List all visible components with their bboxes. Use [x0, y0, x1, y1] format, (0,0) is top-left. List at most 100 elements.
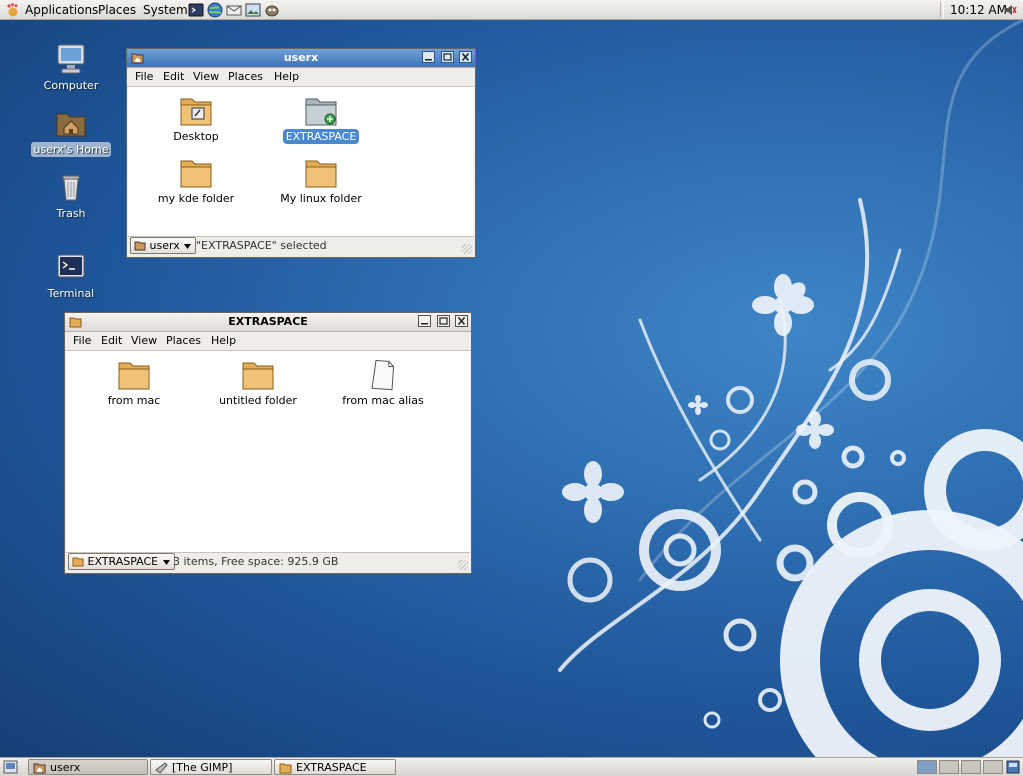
file-item-label: untitled folder [219, 394, 297, 407]
menu-places[interactable]: Places [228, 70, 263, 83]
chevron-down-icon [162, 560, 170, 565]
network-drive-icon [305, 98, 337, 126]
menu-file[interactable]: File [73, 334, 91, 347]
menubar: File Edit View Places Help [65, 332, 471, 351]
clock[interactable]: 10:12 AM [950, 3, 1007, 17]
statusbar: EXTRASPACE 3 items, Free space: 925.9 GB [66, 552, 470, 572]
desktop-icon-label: userx's Home [30, 142, 112, 157]
terminal-launcher-icon[interactable] [188, 2, 204, 18]
taskbar-item-label: userx [50, 761, 81, 774]
workspace-3[interactable] [961, 760, 981, 774]
menu-view[interactable]: View [193, 70, 219, 83]
image-viewer-launcher-icon[interactable] [245, 2, 261, 18]
workspace-1[interactable] [917, 760, 937, 774]
taskbar-item-gimp[interactable]: [The GIMP] [150, 759, 272, 775]
document-icon [371, 359, 395, 391]
file-item-from-mac[interactable]: from mac [79, 359, 189, 407]
file-item-desktop[interactable]: Desktop [141, 95, 251, 143]
file-item-label: from mac alias [342, 394, 424, 407]
file-item-label: from mac [107, 394, 161, 407]
taskbar-item-userx[interactable]: userx [28, 759, 148, 775]
places-menu[interactable]: Places [98, 3, 136, 17]
folder-icon [305, 160, 337, 188]
folder-icon [72, 557, 84, 567]
close-button[interactable] [459, 51, 472, 63]
file-view[interactable]: from mac untitled folder from mac alias [66, 351, 470, 553]
terminal-icon [57, 254, 85, 278]
web-browser-launcher-icon[interactable] [207, 2, 223, 18]
file-view[interactable]: Desktop EXTRASPACE my kde folder My linu… [128, 87, 474, 237]
titlebar[interactable]: userx [127, 49, 475, 68]
desktop-icon-computer[interactable]: Computer [26, 42, 116, 93]
gimp-launcher-icon[interactable] [264, 2, 280, 18]
window-extraspace[interactable]: EXTRASPACE File Edit View Places Help fr… [64, 312, 472, 574]
top-panel: Applications Places System 10:12 AM [0, 0, 1023, 20]
location-button[interactable]: EXTRASPACE [68, 553, 175, 570]
email-launcher-icon[interactable] [226, 2, 242, 18]
gimp-icon [155, 762, 168, 774]
menu-places[interactable]: Places [166, 334, 201, 347]
home-folder-icon [134, 241, 146, 251]
folder-icon [279, 763, 292, 774]
statusbar: userx "EXTRASPACE" selected [128, 236, 474, 256]
folder-icon [180, 160, 212, 188]
titlebar[interactable]: EXTRASPACE [65, 313, 471, 332]
taskbar-item-label: [The GIMP] [172, 761, 233, 774]
maximize-button[interactable] [436, 315, 450, 327]
menubar: File Edit View Places Help [127, 68, 475, 87]
window-title: EXTRASPACE [228, 315, 308, 328]
file-item-my-linux-folder[interactable]: My linux folder [266, 157, 376, 205]
file-item-untitled-folder[interactable]: untitled folder [203, 359, 313, 407]
folder-icon [242, 362, 274, 390]
menu-help[interactable]: Help [211, 334, 236, 347]
file-item-label: Desktop [173, 130, 219, 143]
menu-view[interactable]: View [131, 334, 157, 347]
volume-icon[interactable] [1003, 3, 1017, 17]
bottom-panel: userx [The GIMP] EXTRASPACE [0, 757, 1023, 776]
chevron-down-icon [184, 244, 192, 249]
menu-edit[interactable]: Edit [163, 70, 184, 83]
folder-icon [118, 362, 150, 390]
trash-icon [62, 175, 80, 201]
show-desktop-icon[interactable] [3, 760, 18, 774]
desktop-icon-trash[interactable]: Trash [26, 170, 116, 221]
computer-icon [57, 44, 85, 74]
gnome-foot-icon[interactable] [6, 3, 20, 17]
minimize-button[interactable] [418, 315, 431, 327]
desktop-icon-terminal[interactable]: Terminal [26, 250, 116, 301]
maximize-button[interactable] [440, 51, 454, 63]
taskbar-item-label: EXTRASPACE [296, 761, 367, 774]
file-item-label: My linux folder [280, 192, 362, 205]
window-userx[interactable]: userx File Edit View Places Help Desktop… [126, 48, 476, 258]
trash-applet-icon[interactable] [1006, 760, 1020, 774]
menu-file[interactable]: File [135, 70, 153, 83]
menu-edit[interactable]: Edit [101, 334, 122, 347]
panel-separator [940, 2, 944, 18]
applications-menu[interactable]: Applications [25, 3, 98, 17]
status-text: "EXTRASPACE" selected [196, 239, 327, 252]
desktop-icon-label: Terminal [47, 287, 95, 300]
workspace-4[interactable] [983, 760, 1003, 774]
location-label: userx [149, 239, 180, 252]
status-text: 3 items, Free space: 925.9 GB [173, 555, 339, 568]
resize-grip[interactable] [458, 560, 468, 570]
resize-grip[interactable] [462, 244, 472, 254]
location-label: EXTRASPACE [87, 555, 159, 568]
file-item-my-kde-folder[interactable]: my kde folder [141, 157, 251, 205]
file-item-from-mac-alias[interactable]: from mac alias [328, 359, 438, 407]
home-folder-icon [33, 763, 46, 774]
desktop-icon-label: Computer [43, 79, 99, 92]
desktop-icon-home[interactable]: userx's Home [26, 106, 116, 157]
workspace-2[interactable] [939, 760, 959, 774]
minimize-button[interactable] [422, 51, 435, 63]
system-menu[interactable]: System [143, 3, 188, 17]
menu-help[interactable]: Help [274, 70, 299, 83]
taskbar-item-extraspace[interactable]: EXTRASPACE [274, 759, 396, 775]
file-item-label: my kde folder [157, 192, 235, 205]
desktop-icon-label: Trash [56, 207, 86, 220]
home-folder-icon [56, 113, 86, 137]
location-button[interactable]: userx [130, 237, 197, 254]
close-button[interactable] [455, 315, 468, 327]
file-item-label: EXTRASPACE [282, 129, 360, 144]
file-item-extraspace[interactable]: EXTRASPACE [266, 95, 376, 144]
